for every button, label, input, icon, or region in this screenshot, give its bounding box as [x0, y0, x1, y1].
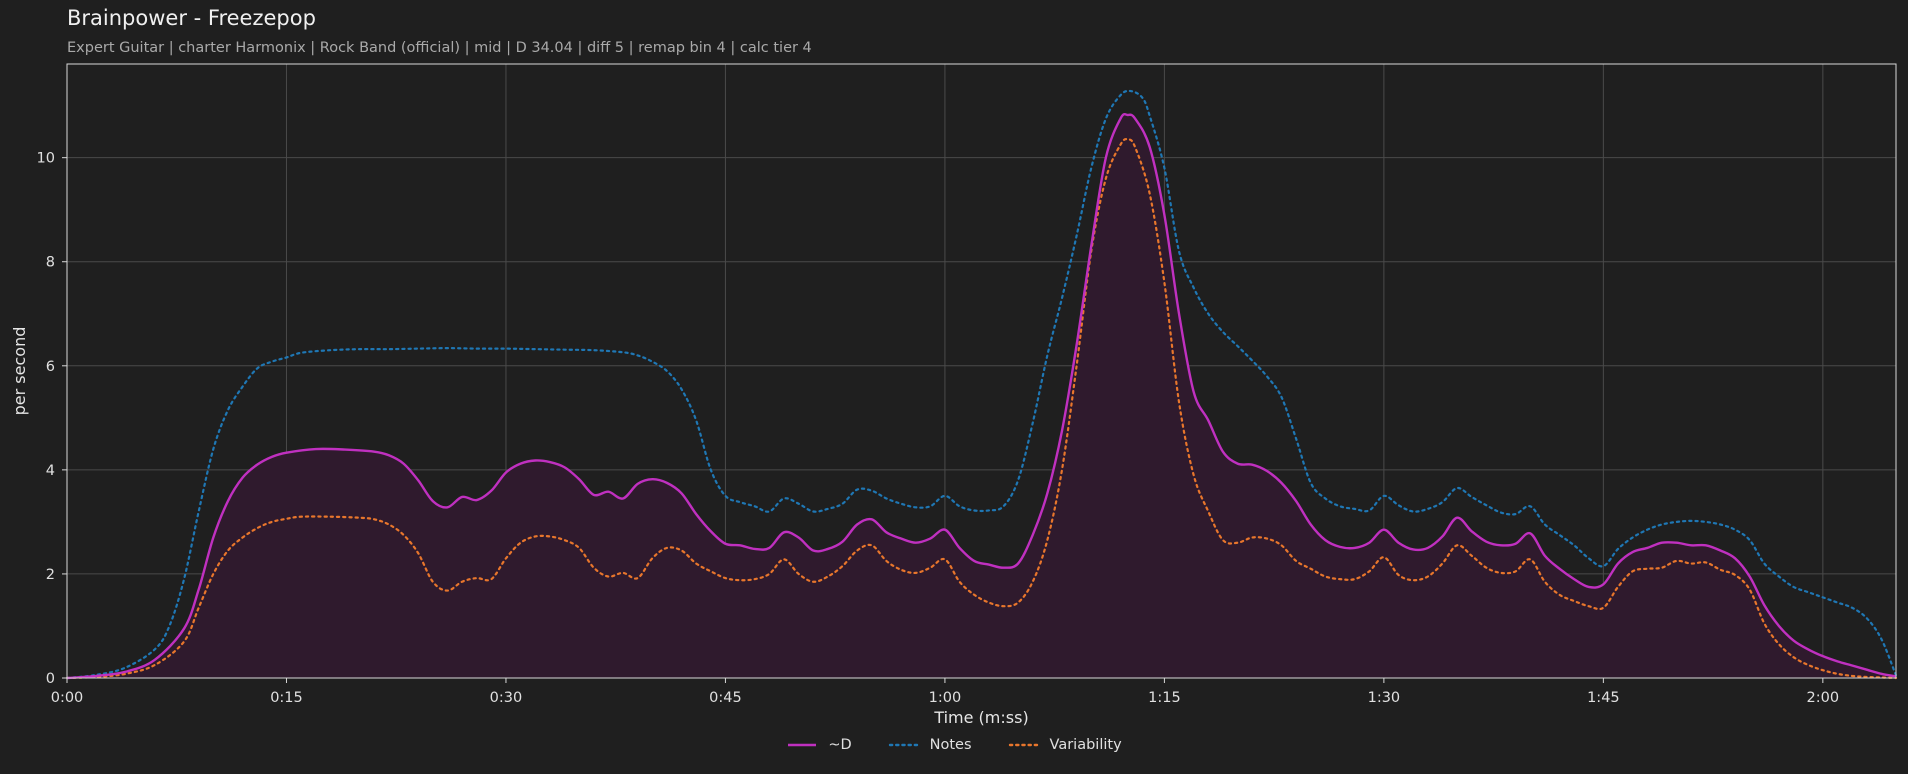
y-tick-label: 0	[46, 671, 55, 687]
legend: ~D Notes Variability	[0, 737, 1908, 753]
x-tick-label: 1:00	[929, 690, 962, 706]
area-fill	[67, 114, 1896, 678]
y-tick-label: 6	[46, 359, 55, 375]
legend-item: Variability	[1008, 737, 1122, 753]
x-tick-label: 0:45	[709, 690, 742, 706]
chart-canvas: 0:00 0:15 0:30 0:45 1:00 1:15 1:30 1:45 2:00 0 2 4 6…	[10, 63, 1898, 727]
series-fill-d	[67, 114, 1896, 678]
legend-label: ~D	[828, 737, 852, 753]
legend-label: Notes	[929, 737, 972, 753]
y-axis-title: per second	[10, 327, 29, 416]
x-tick-label: 0:15	[270, 690, 303, 706]
legend-swatch	[1008, 743, 1039, 747]
x-tick-label: 1:45	[1587, 690, 1620, 706]
legend-swatch	[788, 743, 817, 747]
y-tick-label: 8	[46, 255, 55, 271]
x-axis-title: Time (m:ss)	[933, 708, 1028, 727]
y-tick-label: 4	[46, 463, 55, 479]
legend-item: ~D	[786, 737, 852, 753]
x-tick-label: 0:30	[490, 690, 523, 706]
x-tick-label: 1:30	[1368, 690, 1401, 706]
x-tick-label: 0:00	[51, 690, 84, 706]
legend-label: Variability	[1049, 737, 1122, 753]
x-tick-label: 2:00	[1807, 690, 1840, 706]
legend-swatch	[888, 743, 919, 747]
x-tick-label: 1:15	[1148, 690, 1181, 706]
legend-item: Notes	[888, 737, 972, 753]
y-tick-label: 10	[37, 151, 55, 167]
y-tick-label: 2	[46, 567, 55, 583]
